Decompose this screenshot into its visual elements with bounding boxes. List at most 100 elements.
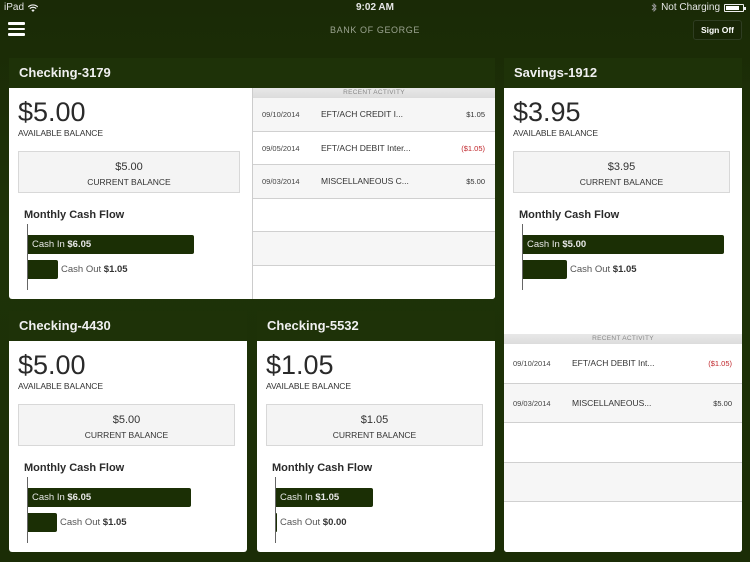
charging-status: Not Charging [661, 2, 720, 13]
available-balance-label: AVAILABLE BALANCE [18, 128, 103, 138]
account-title[interactable]: Savings-1912 [504, 58, 742, 88]
activity-row[interactable]: 09/05/2014 EFT/ACH DEBIT Inter... ($1.05… [253, 131, 495, 165]
cash-in-text: Cash In [527, 239, 560, 250]
account-card-checking-3179[interactable]: Checking-3179 $5.00 AVAILABLE BALANCE $5… [9, 58, 495, 299]
current-balance-label: CURRENT BALANCE [84, 430, 169, 440]
balance-pane: $5.00 AVAILABLE BALANCE $5.00 CURRENT BA… [9, 341, 247, 552]
cash-out-text: Cash Out [280, 517, 321, 528]
nav-bar: BANK OF GEORGE Sign Off [0, 16, 750, 46]
cash-out-label: Cash Out $0.00 [280, 517, 347, 528]
account-card-savings-1912[interactable]: Savings-1912 $3.95 AVAILABLE BALANCE $3.… [504, 58, 742, 552]
balance-pane: $3.95 AVAILABLE BALANCE $3.95 CURRENT BA… [504, 88, 742, 302]
cash-out-value: $1.05 [612, 264, 637, 275]
activity-amount: $1.05 [466, 110, 485, 119]
cash-flow-title: Monthly Cash Flow [24, 209, 125, 221]
available-balance-label: AVAILABLE BALANCE [513, 128, 598, 138]
status-bar: iPad 9:02 AM Not Charging [0, 0, 750, 16]
sign-off-button[interactable]: Sign Off [692, 20, 742, 40]
available-balance-amount: $3.95 [513, 97, 581, 127]
activity-row-empty [504, 462, 742, 502]
cash-out-value: $1.05 [103, 264, 128, 275]
cash-out-label: Cash Out $1.05 [61, 264, 128, 275]
cash-in-value: $5.00 [562, 239, 587, 250]
recent-activity-header: RECENT ACTIVITY [504, 334, 742, 344]
account-card-checking-4430[interactable]: Checking-4430 $5.00 AVAILABLE BALANCE $5… [9, 311, 247, 552]
cash-out-label: Cash Out $1.05 [60, 517, 127, 528]
activity-row-empty [253, 232, 495, 266]
current-balance-box: $5.00 CURRENT BALANCE [18, 404, 235, 446]
recent-activity-list: RECENT ACTIVITY 09/10/2014 EFT/ACH CREDI… [252, 88, 495, 299]
available-balance-amount: $5.00 [18, 97, 86, 127]
activity-row[interactable]: 09/10/2014 EFT/ACH DEBIT Int... ($1.05) [504, 344, 742, 384]
activity-row[interactable]: 09/03/2014 MISCELLANEOUS... $5.00 [504, 383, 742, 423]
account-title[interactable]: Checking-5532 [257, 311, 495, 341]
cash-out-value: $1.05 [102, 517, 127, 528]
cash-out-label: Cash Out $1.05 [570, 264, 637, 275]
cash-out-text: Cash Out [61, 264, 102, 275]
cash-in-value: $6.05 [67, 239, 92, 250]
activity-amount: ($1.05) [708, 359, 732, 368]
activity-row-empty [504, 423, 742, 463]
current-balance-amount: $1.05 [360, 414, 389, 426]
current-balance-amount: $3.95 [607, 161, 636, 173]
cash-in-label: Cash In $6.05 [32, 492, 91, 503]
activity-description: MISCELLANEOUS... [572, 397, 652, 408]
current-balance-label: CURRENT BALANCE [87, 177, 171, 187]
activity-row[interactable]: 09/03/2014 MISCELLANEOUS C... $5.00 [253, 165, 495, 199]
activity-amount: $5.00 [713, 398, 732, 408]
cash-flow-axis [27, 224, 28, 290]
cash-in-text: Cash In [32, 492, 65, 503]
activity-description: MISCELLANEOUS C... [321, 176, 409, 186]
activity-description: EFT/ACH CREDIT I... [321, 109, 404, 119]
cash-flow-title: Monthly Cash Flow [519, 209, 620, 221]
cash-out-bar [28, 513, 57, 532]
activity-description: EFT/ACH DEBIT Int... [572, 358, 655, 368]
cash-out-value: $0.00 [322, 517, 347, 528]
current-balance-amount: $5.00 [115, 161, 143, 173]
cash-out-text: Cash Out [60, 517, 101, 528]
recent-activity-header: RECENT ACTIVITY [253, 88, 495, 98]
available-balance-label: AVAILABLE BALANCE [266, 381, 351, 391]
current-balance-amount: $5.00 [112, 414, 141, 426]
activity-date: 09/03/2014 [262, 177, 300, 186]
cash-in-value: $1.05 [315, 492, 340, 503]
account-title[interactable]: Checking-4430 [9, 311, 247, 341]
activity-amount: $5.00 [466, 177, 485, 186]
cash-in-text: Cash In [280, 492, 313, 503]
account-title[interactable]: Checking-3179 [9, 58, 495, 88]
cash-flow-axis [275, 477, 276, 543]
cash-flow-title: Monthly Cash Flow [24, 462, 125, 474]
account-card-checking-5532[interactable]: Checking-5532 $1.05 AVAILABLE BALANCE $1… [257, 311, 495, 552]
activity-date: 09/10/2014 [262, 110, 300, 119]
activity-date: 09/03/2014 [513, 398, 551, 408]
clock: 9:02 AM [356, 2, 394, 13]
cash-in-label: Cash In $6.05 [32, 239, 91, 250]
cash-flow-title: Monthly Cash Flow [272, 462, 373, 474]
activity-date: 09/05/2014 [262, 143, 300, 153]
cash-in-text: Cash In [32, 239, 65, 250]
activity-description: EFT/ACH DEBIT Inter... [321, 142, 411, 153]
available-balance-amount: $5.00 [18, 350, 86, 380]
available-balance-amount: $1.05 [266, 350, 334, 380]
cash-flow-axis [522, 224, 523, 290]
cash-out-text: Cash Out [570, 264, 611, 275]
cash-out-bar [523, 260, 567, 279]
current-balance-box: $1.05 CURRENT BALANCE [266, 404, 483, 446]
current-balance-label: CURRENT BALANCE [579, 177, 664, 187]
balance-pane: $1.05 AVAILABLE BALANCE $1.05 CURRENT BA… [257, 341, 495, 552]
cash-out-bar [28, 260, 58, 279]
cash-in-label: Cash In $1.05 [280, 492, 339, 503]
current-balance-box: $3.95 CURRENT BALANCE [513, 151, 730, 193]
bluetooth-icon [651, 3, 657, 12]
activity-row[interactable]: 09/10/2014 EFT/ACH CREDIT I... $1.05 [253, 98, 495, 132]
bank-name: BANK OF GEORGE [330, 25, 420, 35]
balance-pane: $5.00 AVAILABLE BALANCE $5.00 CURRENT BA… [9, 88, 252, 299]
current-balance-label: CURRENT BALANCE [332, 430, 417, 440]
activity-amount: ($1.05) [461, 143, 485, 153]
current-balance-box: $5.00 CURRENT BALANCE [18, 151, 240, 193]
available-balance-label: AVAILABLE BALANCE [18, 381, 103, 391]
cash-out-bar [276, 513, 277, 532]
activity-row-empty [253, 265, 495, 299]
cash-in-value: $6.05 [67, 492, 92, 503]
battery-icon [724, 3, 746, 12]
